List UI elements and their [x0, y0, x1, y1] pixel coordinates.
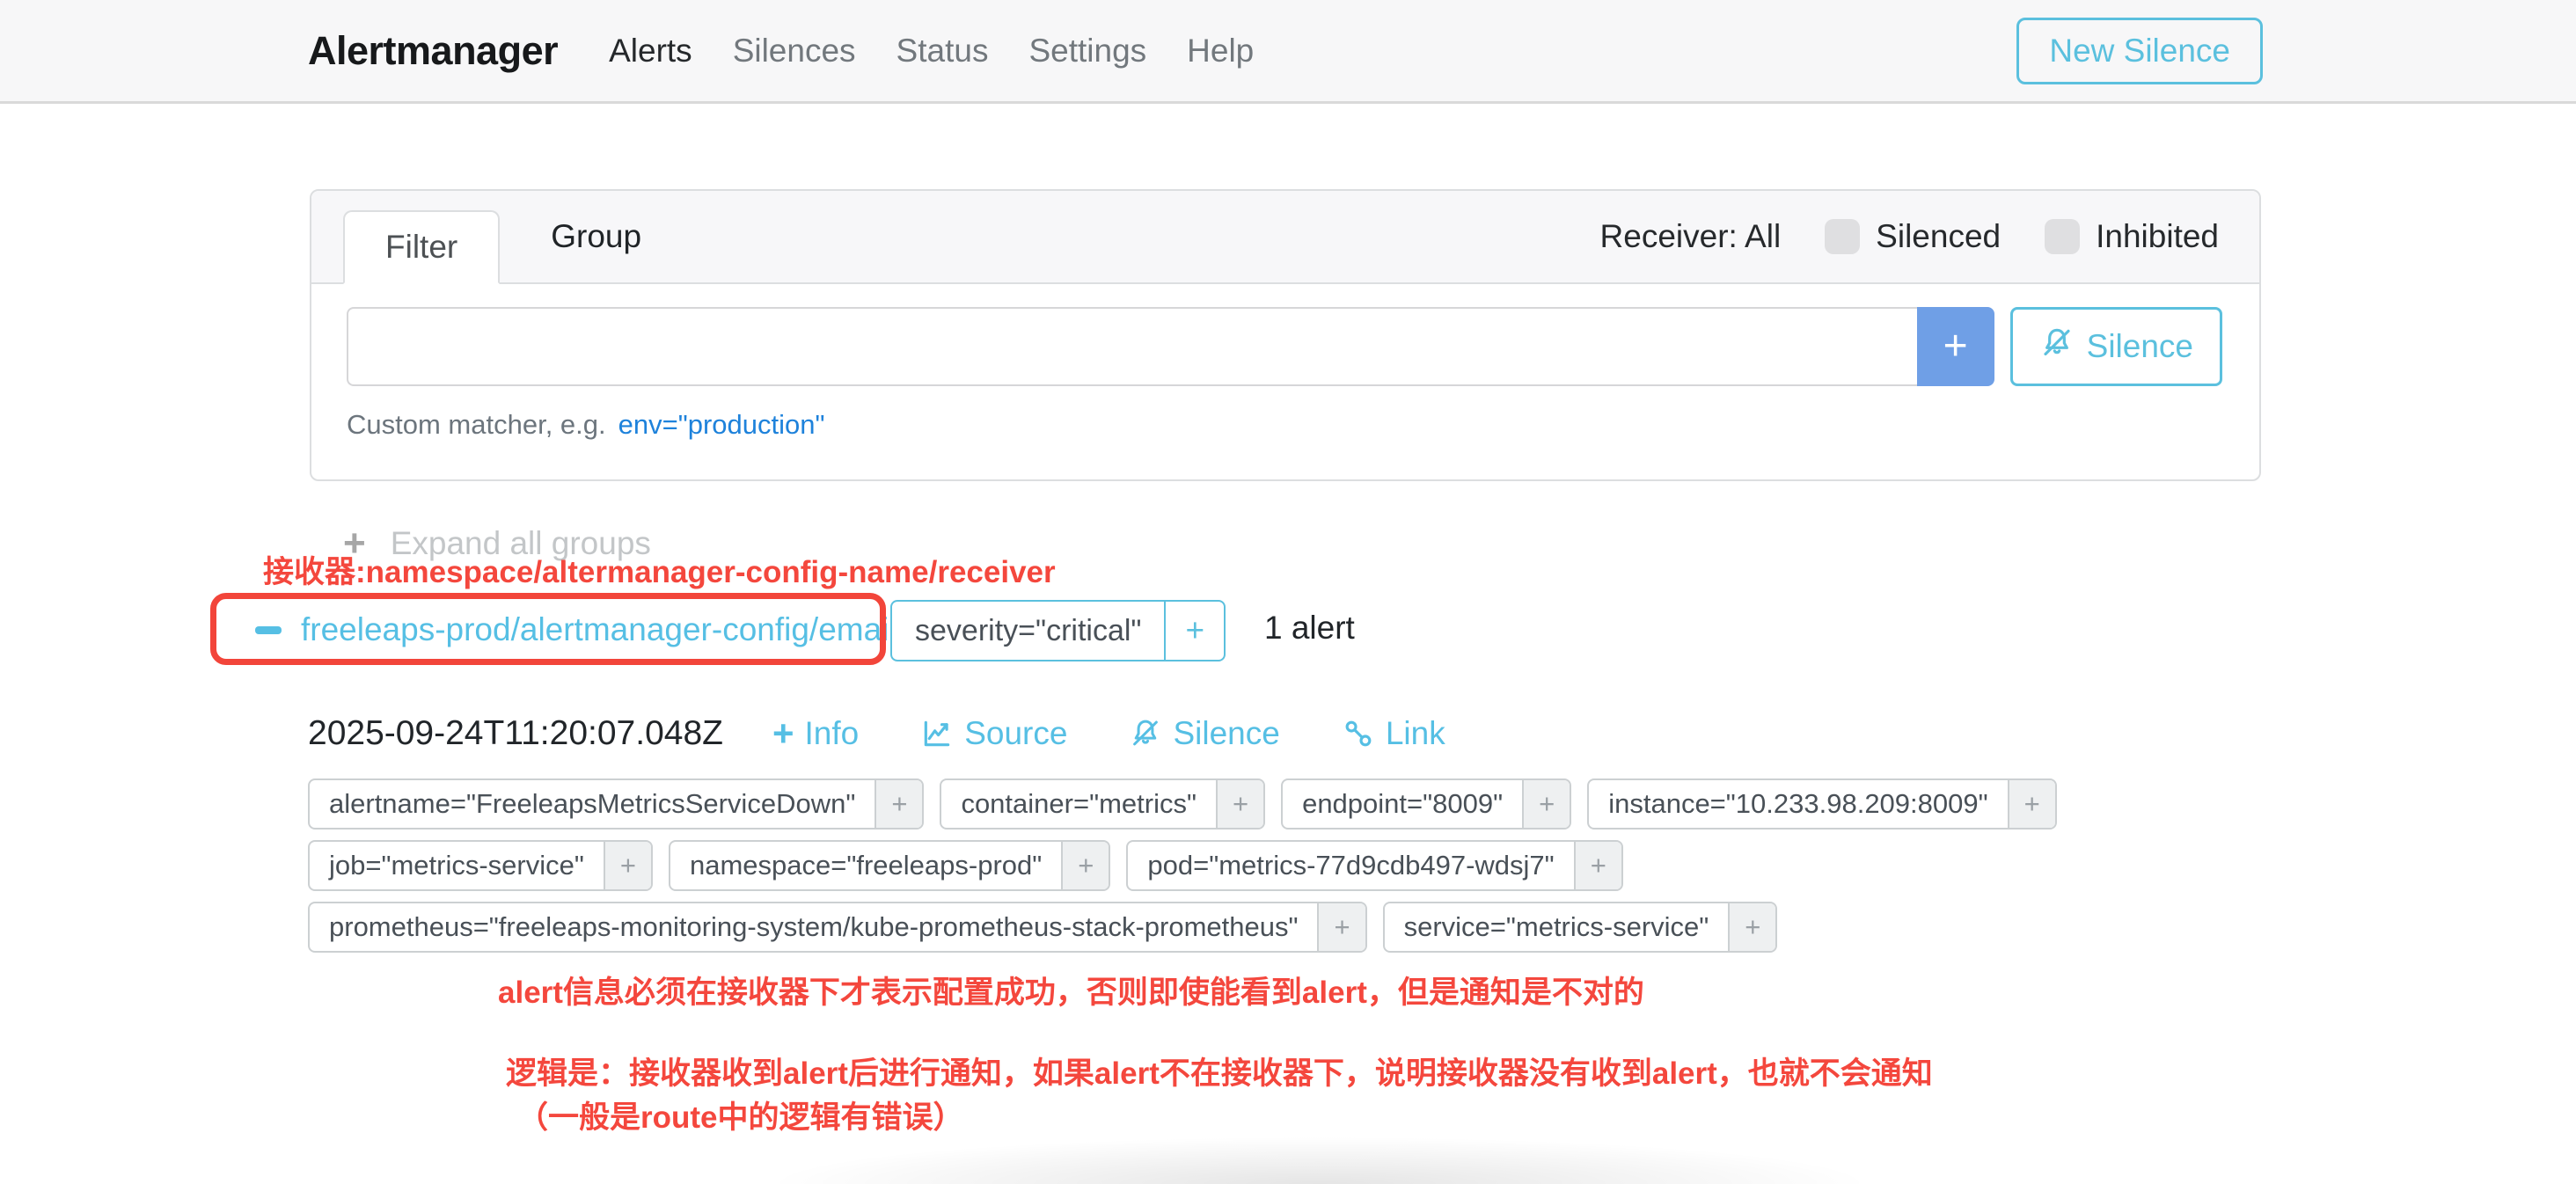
annotation-receiver-note: 接收器:namespace/altermanager-config-name/r… — [263, 547, 1056, 592]
label-text: instance="10.233.98.209:8009" — [1589, 780, 2007, 828]
filter-card: Filter Group Receiver: All Silenced Inhi… — [310, 189, 2261, 481]
label-text: service="metrics-service" — [1385, 903, 1729, 951]
nav-help[interactable]: Help — [1187, 33, 1254, 69]
filter-card-body: + Silence Custom matcher, e.g. env="prod… — [311, 284, 2259, 441]
source-button-label: Source — [964, 715, 1067, 752]
filter-header-right: Receiver: All Silenced Inhibited — [1600, 218, 2259, 255]
nav-settings[interactable]: Settings — [1028, 33, 1146, 69]
label-tag-container: container="metrics"+ — [940, 778, 1265, 830]
label-tag-endpoint: endpoint="8009"+ — [1281, 778, 1571, 830]
alert-group-toggle[interactable]: freeleaps-prod/alertmanager-config/email — [255, 595, 896, 665]
label-add-filter-button[interactable]: + — [604, 842, 651, 889]
top-navbar: Alertmanager Alerts Silences Status Sett… — [0, 0, 2576, 104]
silenced-checkbox-label[interactable]: Silenced — [1876, 218, 2001, 255]
main-nav: Alerts Silences Status Settings Help — [609, 33, 1254, 69]
info-button-label: Info — [805, 715, 860, 752]
matcher-hint-text: Custom matcher, e.g. — [347, 409, 606, 441]
chart-icon — [920, 717, 954, 750]
alert-count: 1 alert — [1264, 610, 1355, 647]
label-add-filter-button[interactable]: + — [1317, 903, 1365, 951]
add-matcher-button[interactable]: + — [1917, 307, 1994, 386]
label-tag-pod: pod="metrics-77d9cdb497-wdsj7"+ — [1126, 840, 1622, 891]
plus-icon: + — [772, 715, 794, 752]
label-text: pod="metrics-77d9cdb497-wdsj7" — [1128, 842, 1573, 889]
group-matcher-text[interactable]: severity="critical" — [892, 602, 1164, 660]
generator-link[interactable]: Link — [1342, 715, 1445, 752]
alert-header-row: 2025-09-24T11:20:07.048Z + Info Source — [308, 714, 1445, 753]
label-tag-alertname: alertname="FreeleapsMetricsServiceDown"+ — [308, 778, 924, 830]
label-tag-instance: instance="10.233.98.209:8009"+ — [1587, 778, 2057, 830]
silence-button-label: Silence — [2087, 328, 2193, 365]
label-add-filter-button[interactable]: + — [875, 780, 922, 828]
nav-alerts[interactable]: Alerts — [609, 33, 692, 69]
label-text: endpoint="8009" — [1283, 780, 1522, 828]
label-add-filter-button[interactable]: + — [1728, 903, 1775, 951]
filter-card-header: Filter Group Receiver: All Silenced Inhi… — [311, 191, 2259, 284]
label-text: alertname="FreeleapsMetricsServiceDown" — [310, 780, 875, 828]
label-row-1: alertname="FreeleapsMetricsServiceDown"+… — [308, 778, 2057, 830]
link-button-label: Link — [1386, 715, 1445, 752]
label-text: prometheus="freeleaps-monitoring-system/… — [310, 903, 1317, 951]
label-add-filter-button[interactable]: + — [1522, 780, 1570, 828]
label-add-filter-button[interactable]: + — [1574, 842, 1621, 889]
collapse-minus-icon — [255, 626, 282, 634]
label-tag-prometheus: prometheus="freeleaps-monitoring-system/… — [308, 902, 1367, 953]
matcher-example-link[interactable]: env="production" — [618, 409, 825, 441]
alert-group-name[interactable]: freeleaps-prod/alertmanager-config/email — [301, 611, 896, 648]
group-matcher-add-button[interactable]: + — [1164, 602, 1224, 660]
annotation-line-1: alert信息必须在接收器下才表示配置成功，否则即使能看到alert，但是通知是… — [498, 968, 1644, 1012]
tab-filter[interactable]: Filter — [343, 210, 500, 284]
nav-silences[interactable]: Silences — [733, 33, 856, 69]
silenced-checkbox[interactable] — [1825, 219, 1860, 254]
source-button[interactable]: Source — [920, 715, 1067, 752]
label-add-filter-button[interactable]: + — [1216, 780, 1263, 828]
matcher-input-group: + Silence — [347, 307, 2222, 386]
label-text: container="metrics" — [941, 780, 1216, 828]
receiver-filter-label[interactable]: Receiver: All — [1600, 218, 1782, 255]
annotation-line-2: 逻辑是：接收器收到alert后进行通知，如果alert不在接收器下，说明接收器没… — [506, 1049, 1933, 1093]
label-row-3: prometheus="freeleaps-monitoring-system/… — [308, 902, 1777, 953]
silence-alert-button-label: Silence — [1173, 715, 1279, 752]
label-text: job="metrics-service" — [310, 842, 604, 889]
info-button[interactable]: + Info — [772, 715, 859, 752]
link-icon — [1342, 717, 1375, 750]
label-text: namespace="freeleaps-prod" — [670, 842, 1061, 889]
bottom-shadow — [625, 1129, 2015, 1184]
bell-slash-icon — [2039, 325, 2075, 369]
inhibited-checkbox[interactable] — [2045, 219, 2080, 254]
matcher-input[interactable] — [347, 307, 1917, 386]
annotation-line-3: （一般是route中的逻辑有错误） — [517, 1093, 964, 1137]
tab-group[interactable]: Group — [551, 218, 641, 255]
nav-status[interactable]: Status — [896, 33, 989, 69]
group-matcher-tag: severity="critical" + — [890, 600, 1226, 661]
label-add-filter-button[interactable]: + — [2008, 780, 2055, 828]
label-tag-job: job="metrics-service"+ — [308, 840, 653, 891]
alert-actions: + Info Source Silence — [772, 715, 1445, 752]
alert-timestamp: 2025-09-24T11:20:07.048Z — [308, 714, 723, 753]
new-silence-button[interactable]: New Silence — [2016, 18, 2263, 84]
silence-from-filter-button[interactable]: Silence — [2010, 307, 2222, 386]
label-add-filter-button[interactable]: + — [1061, 842, 1109, 889]
label-row-2: job="metrics-service"+ namespace="freele… — [308, 840, 1623, 891]
label-tag-service: service="metrics-service"+ — [1383, 902, 1778, 953]
matcher-hint: Custom matcher, e.g. env="production" — [347, 409, 2222, 441]
bell-slash-icon — [1129, 717, 1162, 750]
silence-alert-button[interactable]: Silence — [1129, 715, 1279, 752]
inhibited-checkbox-label[interactable]: Inhibited — [2096, 218, 2219, 255]
label-tag-namespace: namespace="freeleaps-prod"+ — [669, 840, 1110, 891]
app-brand[interactable]: Alertmanager — [308, 28, 558, 74]
